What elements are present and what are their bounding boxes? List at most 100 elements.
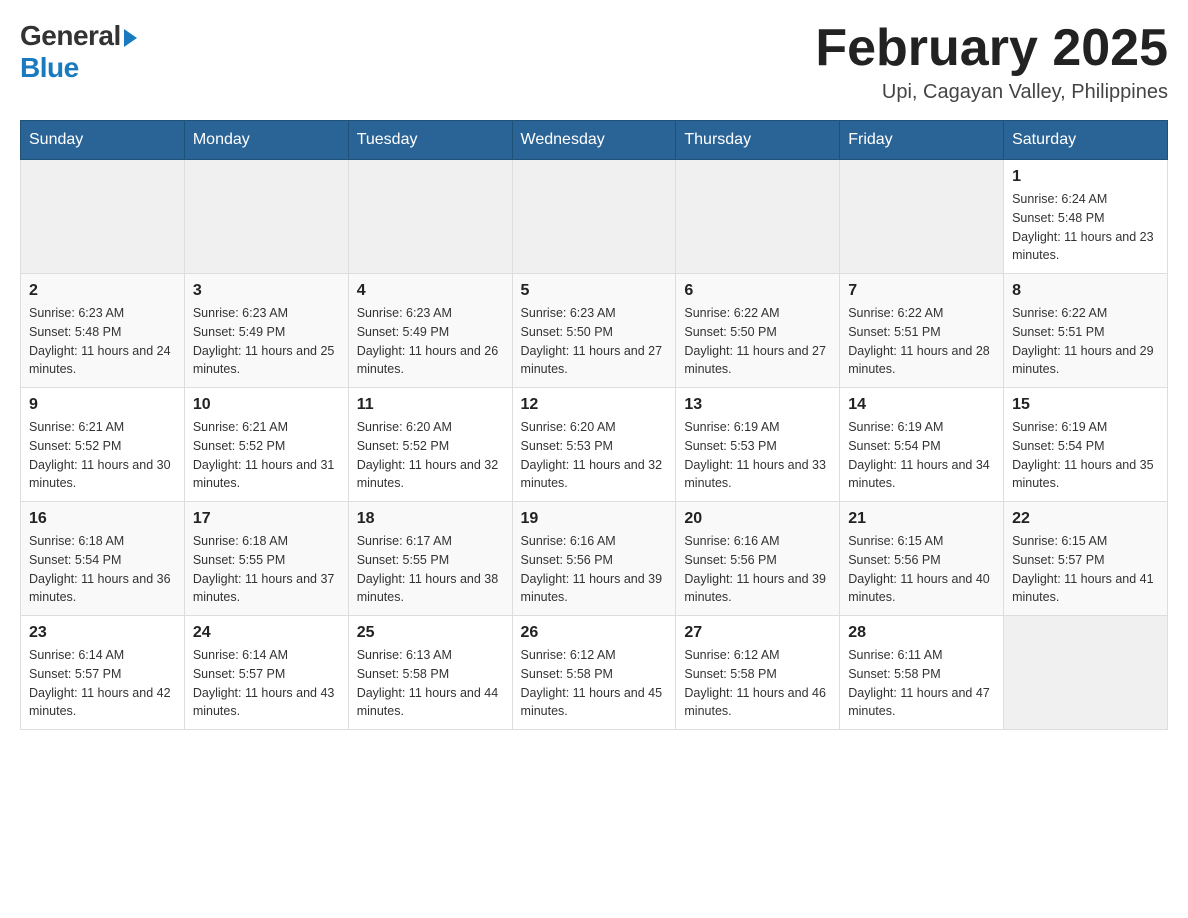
calendar-cell: 8 Sunrise: 6:22 AMSunset: 5:51 PMDaylight… [1004, 274, 1168, 388]
day-number: 4 [357, 282, 504, 300]
day-number: 7 [848, 282, 995, 300]
calendar-cell: 28Sunrise: 6:11 AMSunset: 5:58 PMDayligh… [840, 616, 1004, 730]
calendar-cell: 14 Sunrise: 6:19 AMSunset: 5:54 PMDayligh… [840, 388, 1004, 502]
day-info: Sunrise: 6:16 AMSunset: 5:56 PMDaylight:… [684, 532, 831, 607]
calendar-cell: 27 Sunrise: 6:12 AMSunset: 5:58 PMDayligh… [676, 616, 840, 730]
day-info: Sunrise: 6:13 AMSunset: 5:58 PMDaylight:… [357, 646, 504, 721]
day-number: 24 [193, 624, 340, 642]
calendar-cell: 5Sunrise: 6:23 AMSunset: 5:50 PMDaylight… [512, 274, 676, 388]
calendar-cell: 12 Sunrise: 6:20 AMSunset: 5:53 PMDayligh… [512, 388, 676, 502]
calendar-cell [1004, 616, 1168, 730]
calendar-cell [676, 160, 840, 274]
day-info: Sunrise: 6:20 AMSunset: 5:52 PMDaylight:… [357, 418, 504, 493]
day-info: Sunrise: 6:23 AMSunset: 5:49 PMDaylight:… [193, 304, 340, 379]
logo-arrow-icon [124, 29, 137, 47]
page-header: General Blue February 2025 Upi, Cagayan … [20, 20, 1168, 104]
day-number: 13 [684, 396, 831, 414]
calendar-cell: 23 Sunrise: 6:14 AMSunset: 5:57 PMDayligh… [21, 616, 185, 730]
day-number: 18 [357, 510, 504, 528]
calendar-cell: 17Sunrise: 6:18 AMSunset: 5:55 PMDayligh… [184, 502, 348, 616]
day-number: 16 [29, 510, 176, 528]
calendar-cell: 20 Sunrise: 6:16 AMSunset: 5:56 PMDayligh… [676, 502, 840, 616]
calendar-cell: 3 Sunrise: 6:23 AMSunset: 5:49 PMDaylight… [184, 274, 348, 388]
calendar-title-area: February 2025 Upi, Cagayan Valley, Phili… [815, 20, 1168, 104]
day-info: Sunrise: 6:22 AMSunset: 5:51 PMDaylight:… [1012, 304, 1159, 379]
header-saturday: Saturday [1004, 121, 1168, 160]
day-info: Sunrise: 6:16 AMSunset: 5:56 PMDaylight:… [521, 532, 668, 607]
logo-general-text: General [20, 20, 137, 51]
header-tuesday: Tuesday [348, 121, 512, 160]
day-info: Sunrise: 6:11 AMSunset: 5:58 PMDaylight:… [848, 646, 995, 721]
day-info: Sunrise: 6:19 AMSunset: 5:54 PMDaylight:… [848, 418, 995, 493]
day-number: 11 [357, 396, 504, 414]
calendar-cell [840, 160, 1004, 274]
logo: General Blue [20, 20, 137, 84]
calendar-cell [21, 160, 185, 274]
week-row-2: 2Sunrise: 6:23 AMSunset: 5:48 PMDaylight… [21, 274, 1168, 388]
day-number: 19 [521, 510, 668, 528]
week-row-5: 23 Sunrise: 6:14 AMSunset: 5:57 PMDayligh… [21, 616, 1168, 730]
logo-top-row: General [20, 20, 137, 52]
day-number: 6 [684, 282, 831, 300]
day-info: Sunrise: 6:19 AMSunset: 5:54 PMDaylight:… [1012, 418, 1159, 493]
logo-blue-text: Blue [20, 52, 79, 83]
day-info: Sunrise: 6:15 AMSunset: 5:56 PMDaylight:… [848, 532, 995, 607]
calendar-cell: 19 Sunrise: 6:16 AMSunset: 5:56 PMDayligh… [512, 502, 676, 616]
day-number: 25 [357, 624, 504, 642]
day-number: 3 [193, 282, 340, 300]
calendar-cell: 9 Sunrise: 6:21 AMSunset: 5:52 PMDaylight… [21, 388, 185, 502]
day-info: Sunrise: 6:15 AMSunset: 5:57 PMDaylight:… [1012, 532, 1159, 607]
day-number: 10 [193, 396, 340, 414]
day-info: Sunrise: 6:19 AMSunset: 5:53 PMDaylight:… [684, 418, 831, 493]
day-info: Sunrise: 6:17 AMSunset: 5:55 PMDaylight:… [357, 532, 504, 607]
calendar-cell: 25 Sunrise: 6:13 AMSunset: 5:58 PMDayligh… [348, 616, 512, 730]
calendar-cell: 6Sunrise: 6:22 AMSunset: 5:50 PMDaylight… [676, 274, 840, 388]
day-number: 8 [1012, 282, 1159, 300]
week-row-4: 16 Sunrise: 6:18 AMSunset: 5:54 PMDayligh… [21, 502, 1168, 616]
day-number: 12 [521, 396, 668, 414]
day-info: Sunrise: 6:14 AMSunset: 5:57 PMDaylight:… [29, 646, 176, 721]
day-info: Sunrise: 6:18 AMSunset: 5:54 PMDaylight:… [29, 532, 176, 607]
header-friday: Friday [840, 121, 1004, 160]
week-row-3: 9 Sunrise: 6:21 AMSunset: 5:52 PMDaylight… [21, 388, 1168, 502]
day-number: 26 [521, 624, 668, 642]
day-info: Sunrise: 6:12 AMSunset: 5:58 PMDaylight:… [684, 646, 831, 721]
day-info: Sunrise: 6:21 AMSunset: 5:52 PMDaylight:… [193, 418, 340, 493]
day-number: 21 [848, 510, 995, 528]
calendar-cell: 7 Sunrise: 6:22 AMSunset: 5:51 PMDaylight… [840, 274, 1004, 388]
calendar-cell: 1 Sunrise: 6:24 AMSunset: 5:48 PMDaylight… [1004, 160, 1168, 274]
calendar-cell: 26 Sunrise: 6:12 AMSunset: 5:58 PMDayligh… [512, 616, 676, 730]
day-info: Sunrise: 6:24 AMSunset: 5:48 PMDaylight:… [1012, 190, 1159, 265]
day-number: 2 [29, 282, 176, 300]
day-number: 20 [684, 510, 831, 528]
day-number: 15 [1012, 396, 1159, 414]
header-thursday: Thursday [676, 121, 840, 160]
day-info: Sunrise: 6:14 AMSunset: 5:57 PMDaylight:… [193, 646, 340, 721]
calendar-cell: 4 Sunrise: 6:23 AMSunset: 5:49 PMDaylight… [348, 274, 512, 388]
calendar-cell: 13 Sunrise: 6:19 AMSunset: 5:53 PMDayligh… [676, 388, 840, 502]
calendar-cell: 11 Sunrise: 6:20 AMSunset: 5:52 PMDayligh… [348, 388, 512, 502]
day-info: Sunrise: 6:22 AMSunset: 5:51 PMDaylight:… [848, 304, 995, 379]
header-monday: Monday [184, 121, 348, 160]
calendar-cell: 22Sunrise: 6:15 AMSunset: 5:57 PMDayligh… [1004, 502, 1168, 616]
day-info: Sunrise: 6:20 AMSunset: 5:53 PMDaylight:… [521, 418, 668, 493]
day-number: 9 [29, 396, 176, 414]
calendar-table: Sunday Monday Tuesday Wednesday Thursday… [20, 120, 1168, 730]
day-info: Sunrise: 6:23 AMSunset: 5:50 PMDaylight:… [521, 304, 668, 379]
day-number: 23 [29, 624, 176, 642]
day-number: 1 [1012, 168, 1159, 186]
day-number: 14 [848, 396, 995, 414]
day-info: Sunrise: 6:23 AMSunset: 5:49 PMDaylight:… [357, 304, 504, 379]
calendar-cell: 18 Sunrise: 6:17 AMSunset: 5:55 PMDayligh… [348, 502, 512, 616]
calendar-cell [512, 160, 676, 274]
calendar-cell: 21 Sunrise: 6:15 AMSunset: 5:56 PMDayligh… [840, 502, 1004, 616]
calendar-cell: 24 Sunrise: 6:14 AMSunset: 5:57 PMDayligh… [184, 616, 348, 730]
calendar-cell: 10 Sunrise: 6:21 AMSunset: 5:52 PMDayligh… [184, 388, 348, 502]
location-title: Upi, Cagayan Valley, Philippines [815, 81, 1168, 104]
calendar-cell: 16 Sunrise: 6:18 AMSunset: 5:54 PMDayligh… [21, 502, 185, 616]
calendar-cell [184, 160, 348, 274]
day-info: Sunrise: 6:12 AMSunset: 5:58 PMDaylight:… [521, 646, 668, 721]
day-number: 27 [684, 624, 831, 642]
calendar-cell: 15 Sunrise: 6:19 AMSunset: 5:54 PMDayligh… [1004, 388, 1168, 502]
day-info: Sunrise: 6:21 AMSunset: 5:52 PMDaylight:… [29, 418, 176, 493]
